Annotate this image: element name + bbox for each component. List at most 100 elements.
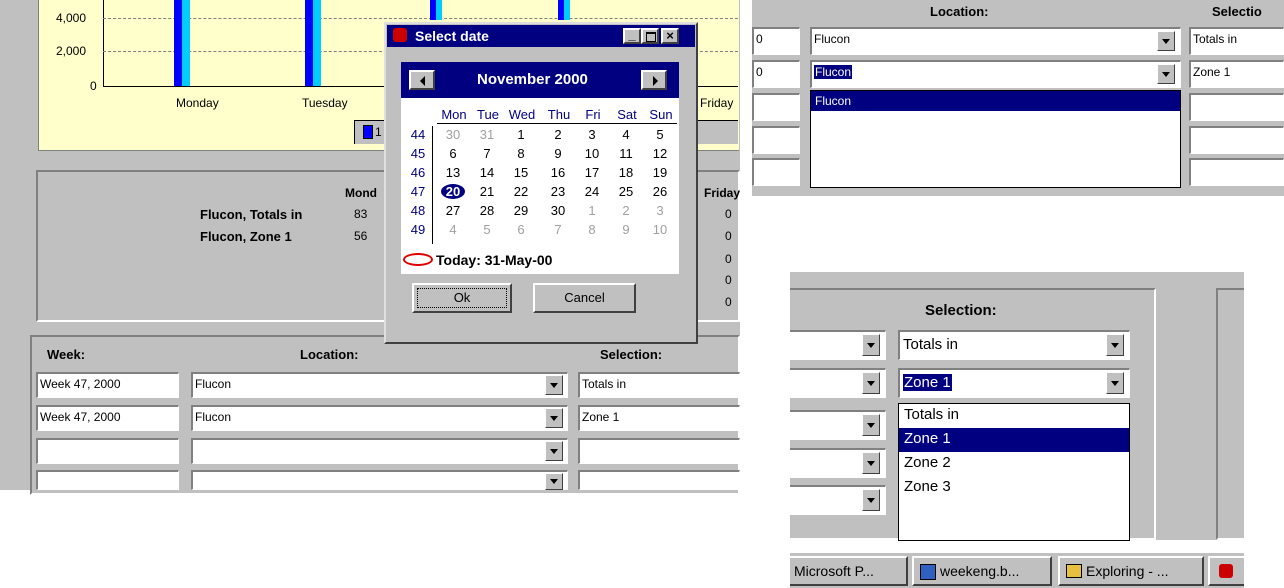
location-select[interactable]: Flucon	[191, 405, 568, 431]
minimize-button[interactable]: _	[623, 28, 641, 44]
calendar-day[interactable]: 29	[509, 203, 533, 218]
selection-select[interactable]	[578, 438, 740, 464]
taskbar-item[interactable]: Exploring - ...	[1058, 556, 1204, 586]
calendar-day[interactable]: 2	[546, 127, 570, 142]
location-dropdown-button[interactable]	[545, 375, 563, 395]
next-month-button[interactable]	[641, 70, 667, 90]
selection-select[interactable]: Totals in	[898, 330, 1130, 360]
selection-select[interactable]: Totals in	[1189, 27, 1284, 55]
calendar-day[interactable]: 17	[580, 165, 604, 180]
location-dropdown-button[interactable]	[862, 414, 880, 436]
calendar-day[interactable]: 6	[441, 146, 465, 161]
calendar-day[interactable]: 28	[475, 203, 499, 218]
cancel-button[interactable]: Cancel	[533, 283, 636, 313]
selection-select[interactable]	[578, 470, 740, 490]
location-dropdown-button[interactable]	[862, 452, 880, 474]
week-field[interactable]: 0	[752, 60, 800, 88]
close-button[interactable]: ×	[661, 28, 679, 44]
calendar-day[interactable]: 11	[614, 146, 638, 161]
calendar-day[interactable]: 5	[648, 127, 672, 142]
selection-select[interactable]: Zone 1	[898, 368, 1130, 398]
calendar-day[interactable]: 22	[509, 184, 533, 199]
calendar-day[interactable]: 25	[614, 184, 638, 199]
calendar-day[interactable]: 9	[614, 222, 638, 237]
dropdown-option[interactable]: Totals in	[899, 404, 1129, 428]
calendar-day[interactable]: 30	[441, 127, 465, 142]
week-field[interactable]	[36, 438, 179, 464]
week-field[interactable]	[752, 93, 800, 121]
calendar-day[interactable]: 10	[580, 146, 604, 161]
location-select[interactable]: Flucon	[810, 60, 1181, 88]
taskbar-item[interactable]: Microsoft P...	[790, 556, 908, 586]
calendar-day[interactable]: 1	[509, 127, 533, 142]
calendar-day[interactable]: 16	[546, 165, 570, 180]
calendar-day[interactable]: 15	[509, 165, 533, 180]
location-dropdown-button[interactable]	[1157, 31, 1175, 51]
calendar-day[interactable]: 26	[648, 184, 672, 199]
location-select[interactable]: Flucon	[810, 27, 1181, 55]
calendar-day[interactable]: 13	[441, 165, 465, 180]
week-field[interactable]: Week 47, 2000	[36, 405, 179, 431]
calendar-day[interactable]: 30	[546, 203, 570, 218]
calendar-day[interactable]: 21	[475, 184, 499, 199]
calendar-day[interactable]: 1	[580, 203, 604, 218]
calendar-day[interactable]: 10	[648, 222, 672, 237]
calendar-day[interactable]: 14	[475, 165, 499, 180]
calendar-day[interactable]: 5	[475, 222, 499, 237]
location-dropdown-button[interactable]	[1157, 64, 1175, 84]
location-select[interactable]	[191, 470, 568, 490]
week-number[interactable]: 48	[406, 203, 430, 218]
dropdown-option[interactable]: Zone 2	[899, 452, 1129, 476]
today-label[interactable]: Today: 31-May-00	[436, 252, 552, 268]
week-number[interactable]: 44	[406, 127, 430, 142]
location-select[interactable]: Flucon	[191, 372, 568, 398]
location-dropdown-button[interactable]	[862, 372, 880, 394]
week-number[interactable]: 45	[406, 146, 430, 161]
calendar-day[interactable]: 12	[648, 146, 672, 161]
dropdown-option[interactable]: Zone 1	[899, 428, 1129, 452]
location-select[interactable]	[191, 438, 568, 464]
week-field[interactable]	[752, 126, 800, 154]
location-dropdown-button[interactable]	[545, 408, 563, 428]
calendar-day[interactable]: 27	[441, 203, 465, 218]
week-number[interactable]: 49	[406, 222, 430, 237]
taskbar-item-active[interactable]	[1208, 556, 1244, 586]
calendar-day[interactable]: 8	[580, 222, 604, 237]
calendar-day[interactable]: 7	[546, 222, 570, 237]
calendar-day[interactable]: 31	[475, 127, 499, 142]
calendar-day[interactable]: 9	[546, 146, 570, 161]
calendar-day[interactable]: 18	[614, 165, 638, 180]
calendar-day[interactable]: 24	[580, 184, 604, 199]
calendar-day[interactable]: 7	[475, 146, 499, 161]
calendar-day[interactable]: 8	[509, 146, 533, 161]
calendar-day-selected[interactable]: 20	[441, 184, 465, 199]
selection-select[interactable]: Zone 1	[1189, 60, 1284, 88]
location-dropdown-button[interactable]	[545, 473, 563, 490]
selection-select[interactable]: Zone 1	[578, 405, 740, 431]
selection-select[interactable]: Totals in	[578, 372, 740, 398]
selection-select[interactable]	[1189, 93, 1284, 121]
location-dropdown-button[interactable]	[862, 334, 880, 356]
ok-button[interactable]: Ok	[412, 283, 512, 313]
selection-dropdown-button[interactable]	[1106, 372, 1124, 394]
maximize-button[interactable]	[641, 28, 659, 44]
calendar-day[interactable]: 3	[648, 203, 672, 218]
calendar-day[interactable]: 23	[546, 184, 570, 199]
week-field[interactable]: Week 47, 2000	[36, 372, 179, 398]
dropdown-option[interactable]: Zone 3	[899, 476, 1129, 500]
selection-select[interactable]	[1189, 126, 1284, 154]
week-field[interactable]: 0	[752, 27, 800, 55]
calendar-day[interactable]: 4	[614, 127, 638, 142]
taskbar-item[interactable]: weekeng.b...	[912, 556, 1052, 586]
week-number[interactable]: 47	[406, 184, 430, 199]
calendar-day[interactable]: 2	[614, 203, 638, 218]
week-number[interactable]: 46	[406, 165, 430, 180]
location-dropdown-button[interactable]	[545, 441, 563, 461]
calendar-day[interactable]: 4	[441, 222, 465, 237]
selection-select[interactable]	[1189, 158, 1284, 186]
location-dropdown-button[interactable]	[862, 489, 880, 511]
week-field[interactable]	[752, 158, 800, 186]
calendar-day[interactable]: 3	[580, 127, 604, 142]
prev-month-button[interactable]	[409, 70, 435, 90]
calendar-day[interactable]: 6	[509, 222, 533, 237]
